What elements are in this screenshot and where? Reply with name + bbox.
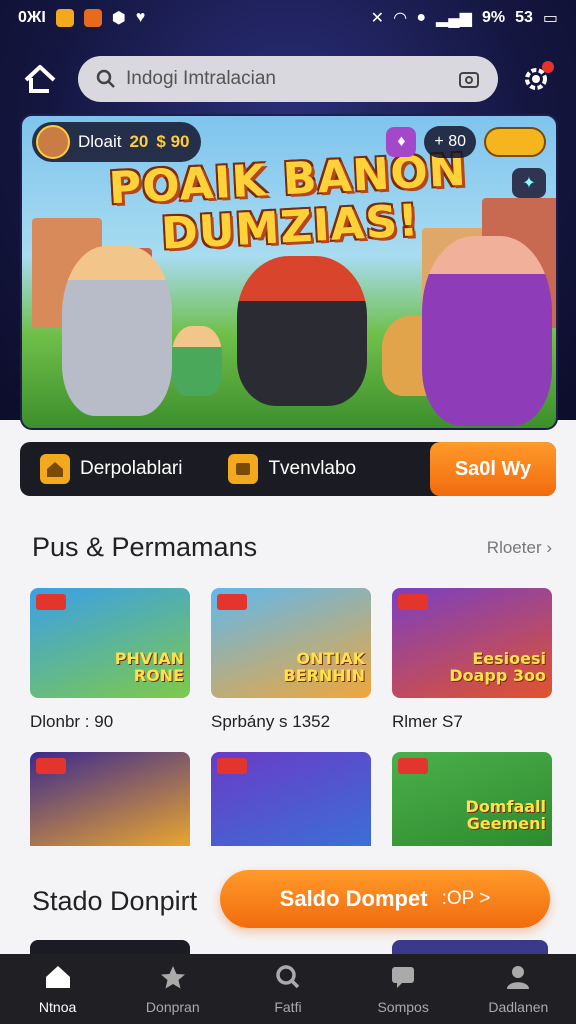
game-grid: PHVIAN RONE Dlonbr : 90 ONTIAK BERNHIN Sprbán…	[30, 588, 552, 846]
bottom-nav: Ntnoa Donpran Fatfi Sompos Dadlanen	[0, 954, 576, 1024]
game-thumbnail: ONTIAK BERNHIN	[211, 588, 371, 698]
hot-badge	[217, 758, 247, 774]
game-thumbnail: PHVIAN RONE	[30, 588, 190, 698]
small-character	[172, 326, 222, 396]
game-card[interactable]: Eesioesi Doapp 3oo Rlmer S7	[392, 588, 552, 734]
game-card-label: Dlonbr : 90	[30, 712, 114, 731]
wallet-section-title: Stado Donpirt	[32, 886, 198, 916]
avatar[interactable]	[36, 125, 70, 159]
wallet-button-label: Saldo Dompet	[279, 886, 428, 911]
box-icon	[228, 454, 259, 484]
player-name: Dloait	[78, 132, 122, 151]
player-hud: Dloait 20 $ 90	[32, 122, 202, 162]
search-icon	[96, 69, 115, 88]
section-header: Pus & Permamans Rloeter ›	[32, 532, 552, 563]
nav-item-star[interactable]: Donpran	[123, 964, 223, 1015]
nav-item-label: Sompos	[377, 998, 429, 1015]
chat-icon	[389, 964, 417, 993]
house-icon	[40, 454, 70, 484]
shield-icon: ⬢	[111, 10, 126, 27]
app-bar	[0, 52, 576, 106]
armored-character	[422, 236, 552, 426]
nav-item-label: Donpran	[145, 998, 200, 1015]
game-thumbnail	[211, 752, 371, 846]
heart-icon: ♥	[135, 9, 146, 26]
nav-item-label: Ntnoa	[38, 998, 77, 1015]
hot-badge	[398, 594, 428, 610]
search-icon	[274, 964, 302, 993]
red-hero-character	[237, 256, 367, 406]
game-art-title: ONTIAK BERNHIN	[283, 649, 365, 685]
wallet-button-suffix: :OP >	[441, 888, 491, 909]
mute-icon: ✕	[370, 10, 385, 27]
settings-button[interactable]	[516, 59, 556, 99]
currency-hud: ♦ + 80	[386, 122, 546, 162]
game-card[interactable]: Domfaall Geemeni	[392, 752, 552, 846]
gift-icon[interactable]: ✦	[512, 168, 546, 198]
strip-item-2[interactable]: Tvenvlabo	[182, 454, 356, 484]
game-thumbnail: Domfaall Geemeni	[392, 752, 552, 846]
game-card[interactable]: PHVIAN RONE Dlonbr : 90	[30, 588, 190, 734]
hot-badge	[36, 594, 66, 610]
player-level: 20	[129, 132, 149, 151]
game-card[interactable]	[211, 752, 371, 846]
nav-item-profile[interactable]: Dadlanen	[468, 964, 568, 1015]
game-card[interactable]	[30, 752, 190, 846]
game-card-label: Rlmer S7	[392, 712, 463, 731]
wifi-icon: ◠	[394, 10, 407, 27]
game-art-title: PHVIAN RONE	[114, 649, 184, 685]
strip-cta-button[interactable]: Sa0l Wy	[430, 442, 556, 496]
nav-item-label: Fatfi	[274, 998, 302, 1015]
battery-icon: ▭	[542, 10, 558, 27]
section-title: Pus & Permamans	[32, 532, 258, 562]
game-card-label: Sprbány s 1352	[211, 712, 331, 731]
gold-bar[interactable]	[484, 127, 546, 157]
home-icon	[44, 964, 72, 993]
game-thumbnail	[30, 752, 190, 846]
wallet-button[interactable]: Saldo Dompet :OP >	[220, 870, 550, 928]
nav-item-search[interactable]: Fatfi	[238, 964, 338, 1015]
action-strip: Derpolablari Tvenvlabo Sa0l Wy	[20, 442, 556, 496]
status-bar: 0ЖI ⬢ ♥ ✕ ◠ ● ▂▄▆ 9% 53 ▭	[0, 0, 576, 36]
battery-percent: 9%	[481, 9, 506, 26]
profile-icon	[504, 964, 532, 993]
clock: 0ЖI	[18, 9, 46, 26]
hero-banner[interactable]: POAIK BANON DUMZIAS! Dloait 20 $ 90 ♦ + …	[20, 114, 558, 430]
strip-item-1-label: Derpolablari	[80, 458, 183, 479]
notification-icon	[55, 9, 74, 27]
search-bar[interactable]	[78, 56, 498, 102]
notification-dot	[542, 61, 554, 73]
home-button[interactable]	[20, 59, 60, 99]
search-input[interactable]	[126, 68, 448, 90]
hot-badge	[217, 594, 247, 610]
strip-item-2-label: Tvenvlabo	[268, 458, 357, 479]
home-icon	[24, 65, 56, 93]
game-card[interactable]: ONTIAK BERNHIN Sprbány s 1352	[211, 588, 371, 734]
coin-count: $ 90	[156, 132, 190, 151]
star-icon	[159, 964, 187, 993]
nav-item-home[interactable]: Ntnoa	[8, 964, 108, 1015]
game-thumbnail: Eesioesi Doapp 3oo	[392, 588, 552, 698]
battery-level: 53	[515, 9, 533, 26]
section-more-link[interactable]: Rloeter ›	[487, 538, 552, 558]
gem-count: + 80	[424, 126, 476, 158]
hot-badge	[398, 758, 428, 774]
game-art-title: Domfaall Geemeni	[465, 797, 546, 833]
signal-icon: ▂▄▆	[436, 10, 472, 27]
game-notification-icon	[83, 9, 102, 27]
gem-icon[interactable]: ♦	[386, 127, 417, 157]
nav-item-chat[interactable]: Sompos	[353, 964, 453, 1015]
camera-icon[interactable]	[458, 69, 480, 89]
game-art-title: Eesioesi Doapp 3oo	[449, 649, 546, 685]
strip-item-1[interactable]: Derpolablari	[20, 454, 182, 484]
data-icon: ●	[416, 9, 426, 26]
hot-badge	[36, 758, 66, 774]
knight-character	[62, 246, 172, 416]
nav-item-label: Dadlanen	[488, 998, 549, 1015]
